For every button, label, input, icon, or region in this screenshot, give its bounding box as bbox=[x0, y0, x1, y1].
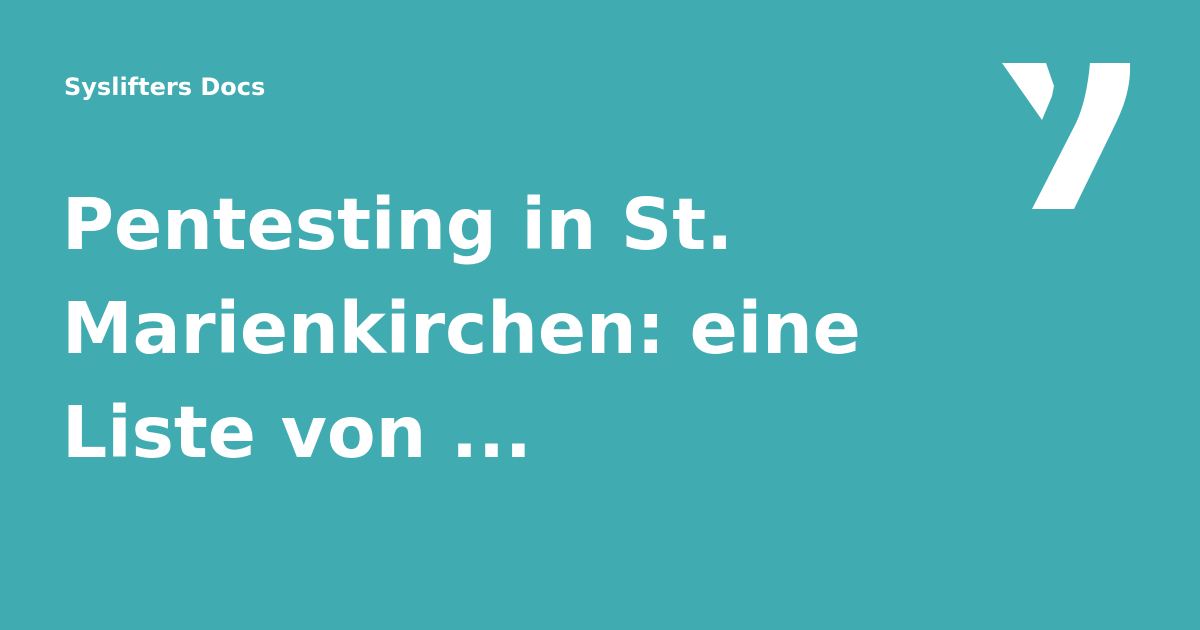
title-line-1: Pentesting in St. bbox=[62, 183, 734, 266]
site-name: Syslifters Docs bbox=[64, 73, 266, 101]
social-preview-card: Syslifters Docs Pentesting in St. Marien… bbox=[0, 0, 1200, 630]
syslifters-y-logo-icon bbox=[1002, 63, 1131, 209]
title-line-2: Marienkirchen: eine bbox=[62, 287, 861, 370]
page-title: Pentesting in St. Marienkirchen: eine Li… bbox=[62, 173, 922, 485]
title-line-3: Liste von ... bbox=[62, 391, 532, 474]
logo-left-stroke bbox=[1002, 63, 1054, 120]
